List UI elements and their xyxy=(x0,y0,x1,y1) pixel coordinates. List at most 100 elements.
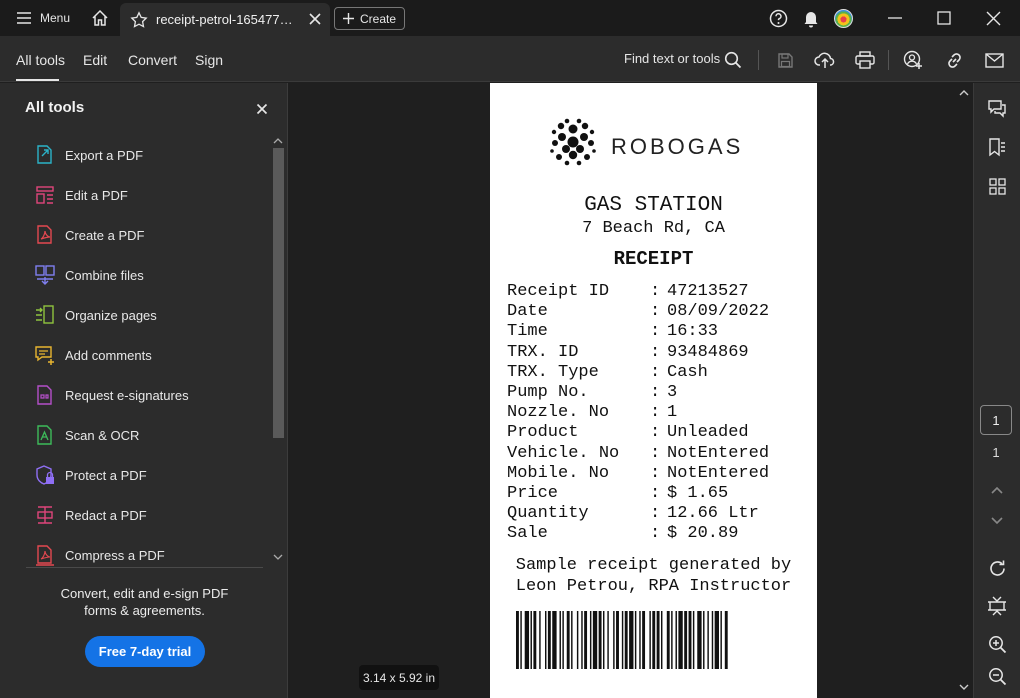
search-icon[interactable] xyxy=(722,49,744,71)
station-address: 7 Beach Rd, CA xyxy=(582,219,725,238)
document-scrollbar[interactable] xyxy=(955,83,973,698)
receipt-row-separator: : xyxy=(650,383,661,402)
protect-pdf-icon xyxy=(34,464,56,486)
home-button[interactable] xyxy=(86,6,114,30)
print-icon[interactable] xyxy=(854,49,876,71)
bookmark-icon[interactable] xyxy=(986,136,1008,158)
panel-title: All tools xyxy=(25,99,85,116)
receipt-row-value: 3 xyxy=(667,383,678,402)
tool-label: Redact a PDF xyxy=(65,507,147,523)
active-tab-indicator xyxy=(16,79,59,81)
add-comments-icon xyxy=(34,344,56,366)
menu-button[interactable]: Menu xyxy=(10,6,76,30)
receipt-row-key: TRX. ID xyxy=(507,342,579,362)
hamburger-icon xyxy=(17,12,31,24)
receipt-row-separator: : xyxy=(650,484,661,503)
receipt-row-key: Price xyxy=(507,484,559,503)
request-esign-icon xyxy=(34,384,56,406)
create-pdf-icon xyxy=(34,224,56,246)
save-icon[interactable] xyxy=(774,49,796,71)
receipt-row-separator: : xyxy=(650,362,661,382)
document-tab[interactable]: receipt-petrol-16547785... xyxy=(120,3,330,36)
next-page-icon[interactable] xyxy=(986,510,1008,532)
receipt-title: RECEIPT xyxy=(613,248,694,270)
window-close-icon[interactable] xyxy=(983,8,1003,28)
tool-item-combine-files[interactable]: Combine files xyxy=(26,259,266,291)
receipt-row: Product: Unleaded xyxy=(507,423,807,443)
maximize-icon[interactable] xyxy=(934,8,954,28)
tool-item-add-comments[interactable]: Add comments xyxy=(26,339,266,371)
tab-sign[interactable]: Sign xyxy=(195,52,223,68)
comment-icon[interactable] xyxy=(986,97,1008,119)
tab-convert[interactable]: Convert xyxy=(128,52,177,68)
toolbar-divider xyxy=(758,50,759,70)
all-tools-panel: All tools Export a PDF Edit a PDF Create a… xyxy=(0,83,288,698)
fit-page-icon[interactable] xyxy=(986,595,1008,617)
receipt-row-value: 16:33 xyxy=(667,322,719,342)
receipt-row-separator: : xyxy=(650,322,661,342)
receipt-row-key: Date xyxy=(507,302,548,322)
tool-item-scan-ocr[interactable]: Scan & OCR xyxy=(26,419,266,451)
receipt-row-value: 12.66 Ltr xyxy=(667,504,759,524)
find-text-or-tools[interactable]: Find text or tools xyxy=(624,51,720,66)
tool-item-edit-a-pdf[interactable]: Edit a PDF xyxy=(26,179,266,211)
tool-item-create-a-pdf[interactable]: Create a PDF xyxy=(26,219,266,251)
redact-pdf-icon xyxy=(34,504,56,526)
panel-divider xyxy=(26,567,263,568)
close-tab-icon[interactable] xyxy=(308,12,322,26)
tool-label: Protect a PDF xyxy=(65,467,147,483)
tool-label: Create a PDF xyxy=(65,227,145,243)
avatar[interactable] xyxy=(833,8,853,28)
receipt-row-separator: : xyxy=(650,463,661,483)
tab-title: receipt-petrol-16547785... xyxy=(156,12,296,27)
tool-label: Organize pages xyxy=(65,307,157,323)
receipt-row-value: 47213527 xyxy=(667,282,749,301)
previous-page-icon[interactable] xyxy=(986,479,1008,501)
receipt-row: Date:08/09/2022 xyxy=(507,302,807,322)
close-panel-icon[interactable] xyxy=(255,102,269,116)
receipt-row: TRX. Type: Cash xyxy=(507,363,807,383)
receipt-row-key: TRX. Type xyxy=(507,362,599,382)
thumbnails-icon[interactable] xyxy=(986,175,1008,197)
receipt-row-value: $ 1.65 xyxy=(667,484,729,503)
zoom-out-icon[interactable] xyxy=(986,665,1008,687)
receipt-row-separator: : xyxy=(650,302,661,322)
compress-pdf-icon xyxy=(34,544,56,566)
receipt-row-separator: : xyxy=(650,423,661,443)
tool-item-request-e-signatures[interactable]: Request e-signatures xyxy=(26,379,266,411)
free-trial-button[interactable]: Free 7-day trial xyxy=(85,636,205,667)
current-page-input[interactable]: 1 xyxy=(980,405,1012,435)
receipt-row: Time:16:33 xyxy=(507,322,807,342)
tab-all-tools[interactable]: All tools xyxy=(16,52,65,68)
tool-item-protect-a-pdf[interactable]: Protect a PDF xyxy=(26,459,266,491)
minimize-icon[interactable] xyxy=(885,8,905,28)
receipt-row: Price: $ 1.65 xyxy=(507,484,807,504)
panel-scroll-thumb[interactable] xyxy=(273,148,284,438)
help-icon[interactable] xyxy=(768,8,788,28)
scan-ocr-icon xyxy=(34,424,56,446)
zoom-in-icon[interactable] xyxy=(986,633,1008,655)
cloud-upload-icon[interactable] xyxy=(814,49,836,71)
receipt-row-separator: : xyxy=(650,403,661,423)
rotate-icon[interactable] xyxy=(986,557,1008,579)
share-user-icon[interactable] xyxy=(902,49,924,71)
home-icon xyxy=(92,9,108,26)
create-button[interactable]: Create xyxy=(334,7,405,30)
right-rail: 1 1 xyxy=(973,83,1020,698)
receipt-row-key: Vehicle. No xyxy=(507,443,620,463)
footer-line-2: Leon Petrou, RPA Instructor xyxy=(515,577,792,596)
email-icon[interactable] xyxy=(983,49,1005,71)
bell-icon[interactable] xyxy=(801,8,821,28)
link-icon[interactable] xyxy=(943,49,965,71)
tool-item-export-a-pdf[interactable]: Export a PDF xyxy=(26,139,266,171)
receipt-row-value: NotEntered xyxy=(667,463,770,483)
tool-item-organize-pages[interactable]: Organize pages xyxy=(26,299,266,331)
receipt-row-separator: : xyxy=(650,443,661,463)
receipt-row-value: 93484869 xyxy=(667,342,749,362)
tab-edit[interactable]: Edit xyxy=(83,52,107,68)
receipt-row-separator: : xyxy=(650,504,661,524)
tool-item-redact-a-pdf[interactable]: Redact a PDF xyxy=(26,499,266,531)
barcode xyxy=(516,611,728,669)
footer-line-1: Sample receipt generated by xyxy=(515,556,792,575)
star-icon[interactable] xyxy=(130,10,148,29)
